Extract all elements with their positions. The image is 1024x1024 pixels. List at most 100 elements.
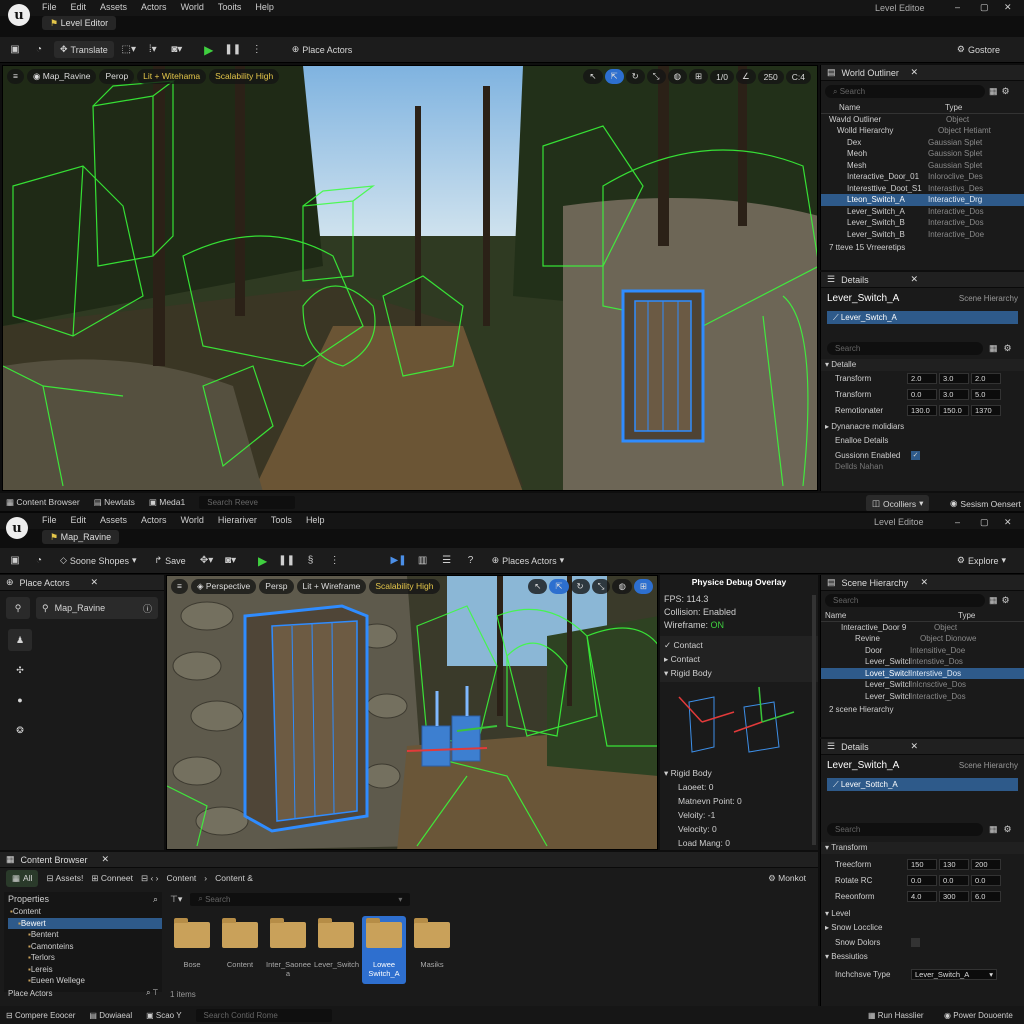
show-colors-checkbox[interactable] — [911, 937, 920, 947]
status-scan[interactable]: ▣ Scao Y — [146, 1011, 181, 1020]
more-icon[interactable]: ⋮ — [248, 41, 266, 59]
place-actors-close-icon[interactable]: ✕ — [90, 577, 98, 588]
ocolliers-button[interactable]: ◫ Ocolliers ▾ — [866, 495, 930, 512]
cb-assets-tab[interactable]: ⊟ Assets! — [46, 873, 83, 884]
minimize-icon[interactable]: – — [955, 2, 960, 12]
details-section[interactable]: ▾ Detalle — [821, 359, 1024, 371]
property-value[interactable]: 130 — [939, 859, 969, 870]
menu-assets[interactable]: Assets — [100, 2, 127, 12]
b-grid-view-icon[interactable]: ▦ — [989, 824, 998, 835]
snap-grid-icon[interactable]: ⊞ — [689, 69, 709, 84]
b-more-icon[interactable]: ⋮ — [326, 552, 344, 570]
table-row[interactable]: Wolld Hierarchy Object Hetiamt — [821, 125, 1024, 137]
bottom-viewport[interactable]: ≡ ◈ Perspective Persp Lit + Wireframe Sc… — [166, 575, 658, 850]
b-scale-icon[interactable]: ⤡ — [591, 579, 611, 594]
b-close-icon[interactable]: ✕ — [1004, 517, 1012, 528]
b-menu-assets[interactable]: Assets — [100, 515, 127, 525]
b-minimize-icon[interactable]: – — [955, 517, 960, 527]
table-row[interactable]: Lever_Switch_A Interactive_Dos — [821, 206, 1024, 218]
cb-monitor-button[interactable]: ⚙ Monkot — [768, 873, 806, 884]
outliner-col-name[interactable]: Name — [825, 103, 945, 112]
cb-back-icon[interactable]: ⊟ ‹ › — [141, 873, 159, 884]
h-settings-icon[interactable]: ⚙ — [1002, 595, 1010, 606]
camera-icon[interactable]: ◙▾ — [168, 41, 186, 59]
hierarchy-close-icon[interactable]: ✕ — [920, 577, 928, 588]
hierarchy-col-name[interactable]: Name — [825, 611, 958, 620]
table-row[interactable]: Revine Object Dionowe — [821, 633, 1024, 645]
property-value[interactable]: 6.0 — [971, 891, 1001, 902]
b-help-icon[interactable]: ? — [462, 552, 480, 570]
play-icon[interactable]: ▶ — [200, 41, 218, 59]
b-rotate-icon[interactable]: ↻ — [570, 579, 590, 594]
b-transform-icon[interactable]: ✥▾ — [198, 552, 216, 570]
b-save-icon[interactable]: ▣ — [6, 552, 24, 570]
cb-filter-icon[interactable]: ⊤▾ — [170, 894, 182, 905]
b-list-icon[interactable]: ☰ — [438, 552, 456, 570]
scene-shapes-button[interactable]: ◇ Soone Shopes ▾ — [54, 552, 143, 569]
enabled-checkbox[interactable]: ✓ — [911, 450, 920, 460]
table-row[interactable]: Mesh Gaussian Splet — [821, 160, 1024, 172]
settings-icon[interactable]: ⚙ — [1002, 86, 1010, 97]
outliner-search-input[interactable]: ⌕ Search — [825, 85, 985, 98]
bottom-door[interactable] — [243, 604, 369, 833]
table-row[interactable]: Wavld Outliner Object — [821, 114, 1024, 126]
map-ravine-item[interactable]: ⚲ Map_Ravine ⓘ — [36, 597, 158, 619]
lit-wireframe-chip[interactable]: Lit + Witehama — [137, 69, 207, 84]
rotate-icon[interactable]: ↻ — [625, 69, 645, 84]
table-row[interactable]: Lovet_Switch_AInterstive_Dos — [821, 667, 1024, 679]
viewport-menu-button[interactable]: ≡ — [7, 69, 24, 84]
asset-tile[interactable]: Bose — [170, 916, 214, 969]
tree-item[interactable]: ▪ Bewert — [8, 917, 162, 929]
property-value[interactable]: 0.0 — [907, 389, 937, 400]
cursor-icon[interactable]: ↖ — [583, 69, 603, 84]
outliner-col-type[interactable]: Type — [945, 103, 962, 112]
status-news[interactable]: ▤ Newtats — [94, 497, 135, 508]
asset-tile[interactable]: Inter_Saonee a — [266, 916, 311, 978]
camera-speed[interactable]: C:4 — [785, 69, 811, 84]
map-chip[interactable]: ◉ Map_Ravine — [26, 69, 97, 84]
cb-search-input[interactable]: ⌕ Search ▾ — [190, 892, 411, 906]
property-value[interactable]: 3.0 — [939, 389, 969, 400]
status-compare[interactable]: ⊟ Compere Eoocer — [6, 1011, 75, 1020]
interactive-type-dropdown[interactable]: Lever_Switch_A ▾ — [911, 968, 997, 980]
h-filter-icon[interactable]: ▦ — [989, 595, 998, 606]
menu-actors[interactable]: Actors — [141, 2, 167, 12]
details-search-input[interactable]: Search — [827, 342, 983, 355]
save-icon[interactable]: ▣ — [6, 41, 24, 59]
select-icon[interactable]: ⇱ — [604, 69, 624, 84]
cb-path-1[interactable]: Content & — [215, 873, 253, 883]
dynamic-modifiers-row[interactable]: ▸ Dynanacre molidiars — [821, 421, 1024, 433]
b-play-icon[interactable]: ▶ — [254, 552, 272, 570]
property-value[interactable]: 200 — [971, 859, 1001, 870]
physics-scrollbar[interactable] — [812, 595, 816, 845]
rigid-body-section[interactable]: ▾ Rigid Body — [664, 766, 814, 780]
contact-item-1[interactable]: ✓ Contact — [664, 638, 814, 652]
b-menu-world[interactable]: World — [181, 515, 204, 525]
status-media[interactable]: ▣ Meda1 — [149, 497, 185, 508]
tree-item[interactable]: ▪ Content — [8, 906, 162, 918]
level-section[interactable]: ▾ Level — [821, 908, 1024, 920]
asset-tile[interactable]: Lever_Switch — [314, 916, 359, 969]
select-mode-icon[interactable]: ⬚▾ — [120, 41, 138, 59]
place-actors-button[interactable]: ⊕ Place Actors — [286, 41, 359, 58]
map-ravine-tab[interactable]: ⚑ Map_Ravine — [42, 530, 120, 544]
tree-item[interactable]: ▪ Terlors — [8, 952, 162, 964]
asset-tile[interactable]: Lowee Switch_A — [362, 916, 406, 984]
actor-class-icon[interactable]: ⚲ — [6, 597, 30, 619]
rigid-body-item[interactable]: ▾ Rigid Body — [664, 666, 814, 680]
contact-item-2[interactable]: ▸ Contact — [664, 652, 814, 666]
b-details-selected-component[interactable]: ⟋ Lever_Sottch_A — [827, 778, 1018, 791]
table-row[interactable]: Interactive_Door_01 Inloroclive_Des — [821, 171, 1024, 183]
unreal-logo-icon-bottom[interactable]: u — [6, 517, 28, 539]
property-value[interactable]: 0.0 — [939, 875, 969, 886]
filter-icon[interactable]: ▦ — [989, 86, 998, 97]
tree-item[interactable]: ▪ Bentent — [8, 929, 162, 941]
cb-close-icon[interactable]: ✕ — [102, 854, 110, 865]
b-layout-icon[interactable]: ▥ — [414, 552, 432, 570]
property-value[interactable]: 150 — [907, 859, 937, 870]
tree-item[interactable]: ▪ Camonteins — [8, 941, 162, 953]
snap-icon[interactable]: ⁞▾ — [144, 41, 162, 59]
cb-path-0[interactable]: Content — [167, 873, 197, 883]
explore-button[interactable]: ⚙ Explore ▾ — [951, 552, 1012, 569]
b-maximize-icon[interactable]: ▢ — [980, 517, 989, 528]
